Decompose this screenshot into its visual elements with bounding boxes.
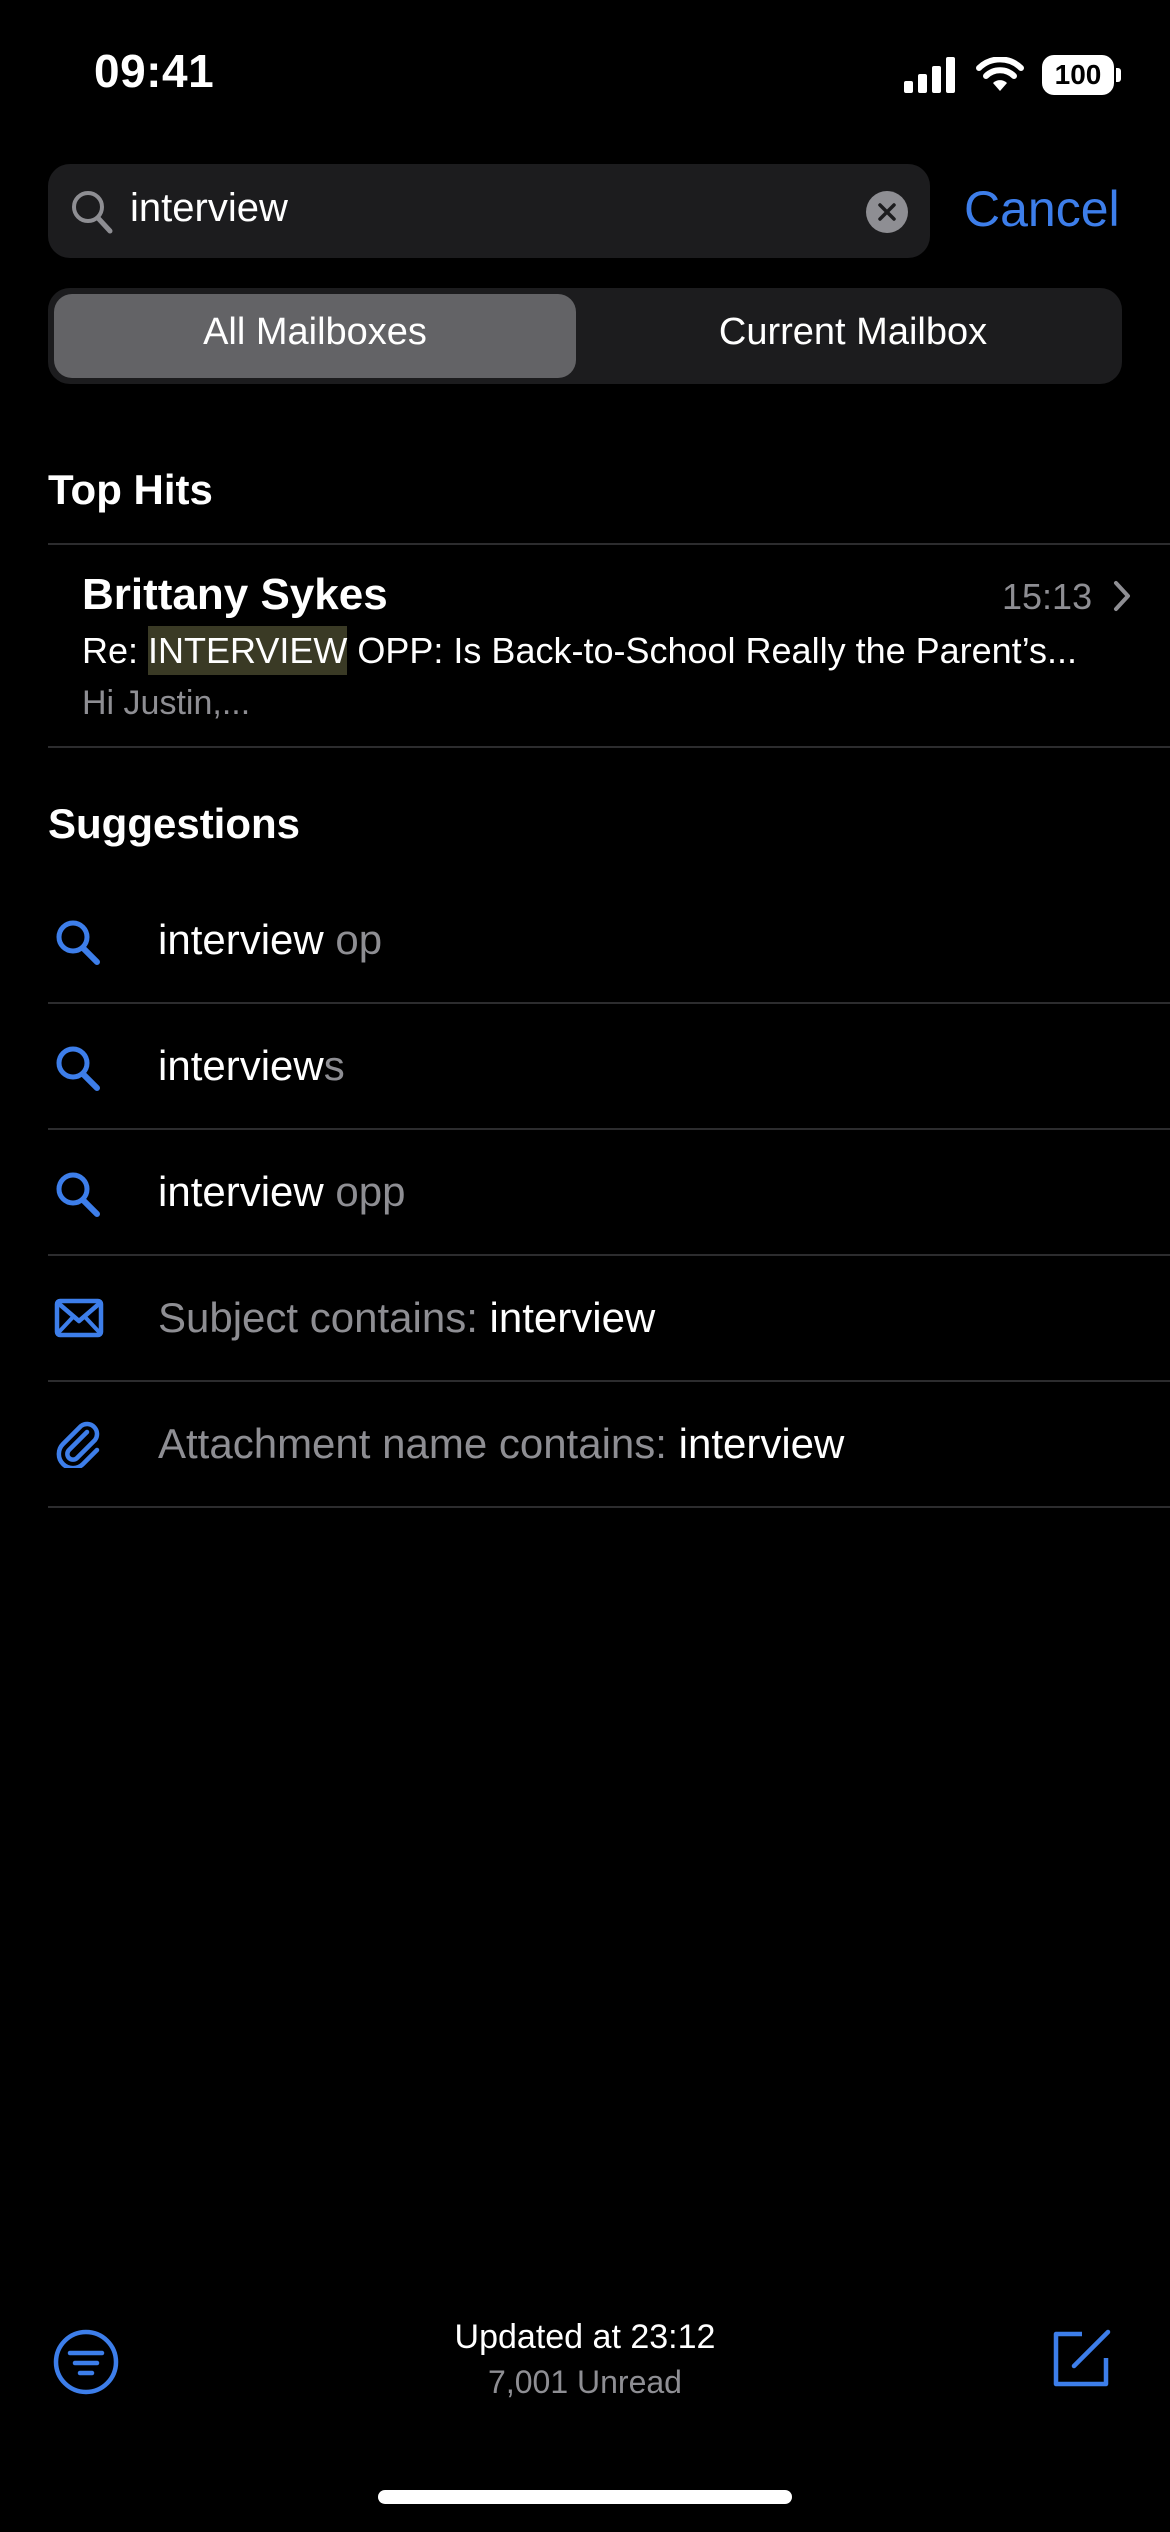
message-subject: Re: INTERVIEW OPP: Is Back-to-School Rea… xyxy=(82,626,1078,675)
divider xyxy=(48,746,1170,748)
divider xyxy=(48,1254,1170,1256)
search-input[interactable]: interview xyxy=(130,186,288,231)
clear-search-button[interactable] xyxy=(866,191,908,233)
typed-text: interview xyxy=(158,1168,324,1215)
search-icon xyxy=(56,920,100,965)
filter-label: Attachment name contains: xyxy=(158,1420,679,1467)
suggestion-label: interviews xyxy=(158,1042,345,1090)
divider xyxy=(48,1380,1170,1382)
filter-term: interview xyxy=(489,1294,656,1341)
compose-icon[interactable] xyxy=(1048,2326,1114,2392)
scope-current-mailbox[interactable]: Current Mailbox xyxy=(584,311,1122,354)
completion-text: s xyxy=(323,1042,345,1089)
divider xyxy=(48,1506,1170,1508)
typed-text: interview xyxy=(158,916,324,963)
chevron-right-icon xyxy=(1114,581,1130,611)
filter-term: interview xyxy=(678,1420,845,1467)
search-icon xyxy=(56,1172,100,1217)
suggestion-label: Attachment name contains: interview xyxy=(158,1420,844,1468)
typed-text: interview xyxy=(158,1042,324,1089)
subject-prefix: Re: xyxy=(82,630,149,671)
suggestion-label: interview op xyxy=(158,916,382,964)
updated-status: Updated at 23:12 xyxy=(454,2318,716,2356)
divider xyxy=(48,543,1170,545)
battery-level: 100 xyxy=(1054,59,1102,90)
battery-indicator: 100 xyxy=(1042,55,1121,95)
close-icon xyxy=(878,203,896,221)
search-icon xyxy=(56,1046,100,1091)
status-icons: 100 xyxy=(904,52,1121,98)
paperclip-icon xyxy=(56,1421,100,1468)
filter-label: Subject contains: xyxy=(158,1294,490,1341)
completion-text: op xyxy=(323,916,383,963)
message-preview: Hi Justin,... xyxy=(82,684,251,722)
suggestions-header: Suggestions xyxy=(48,800,301,847)
subject-match-highlight: INTERVIEW xyxy=(148,626,348,675)
top-hits-header: Top Hits xyxy=(48,466,213,513)
search-icon xyxy=(72,191,113,234)
wifi-icon xyxy=(976,57,1024,91)
divider xyxy=(48,1128,1170,1130)
suggestion-label: interview opp xyxy=(158,1168,405,1216)
cancel-button[interactable]: Cancel xyxy=(964,180,1120,238)
message-sender: Brittany Sykes xyxy=(82,570,388,619)
envelope-icon xyxy=(54,1298,104,1338)
subject-rest: OPP: Is Back-to-School Really the Parent… xyxy=(347,630,1078,671)
scope-all-mailboxes[interactable]: All Mailboxes xyxy=(54,311,576,354)
completion-text: opp xyxy=(323,1168,406,1215)
home-indicator xyxy=(378,2490,792,2504)
cellular-signal-icon xyxy=(904,57,955,93)
suggestion-label: Subject contains: interview xyxy=(158,1294,655,1342)
message-time: 15:13 xyxy=(1002,576,1093,617)
divider xyxy=(48,1002,1170,1004)
status-time: 09:41 xyxy=(94,45,215,97)
unread-count: 7,001 Unread xyxy=(488,2364,682,2400)
